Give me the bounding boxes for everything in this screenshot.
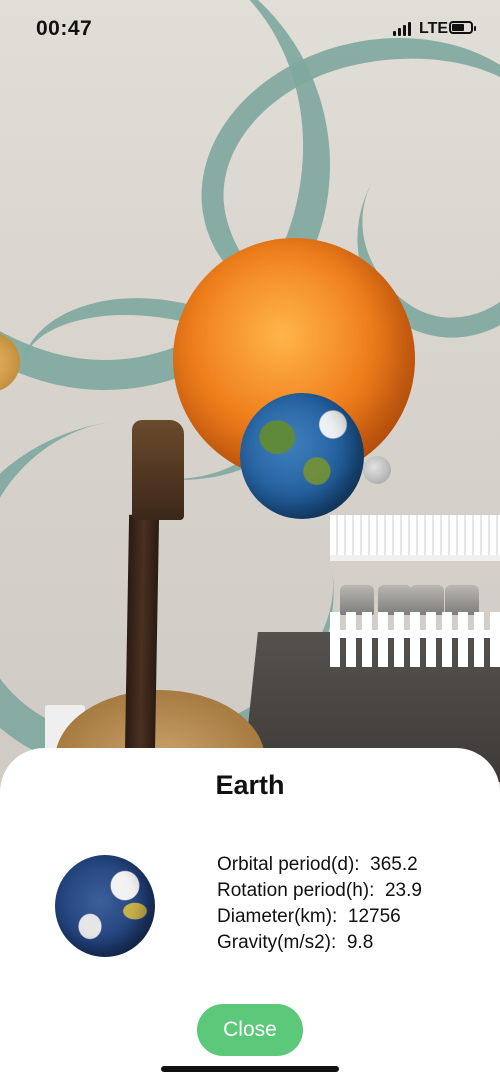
battery-icon xyxy=(449,21,476,34)
earth-thumbnail-icon xyxy=(55,855,155,957)
stat-value: 23.9 xyxy=(384,880,422,901)
mini-fence xyxy=(330,612,500,667)
stat-diameter: Diameter(km): 12756 xyxy=(217,904,422,930)
stat-label: Orbital period(d): xyxy=(217,854,360,875)
jar xyxy=(445,585,479,615)
stat-orbital-period: Orbital period(d): 365.2 xyxy=(217,852,422,878)
ar-camera-view[interactable] xyxy=(0,0,500,800)
status-time: 00:47 xyxy=(36,17,93,40)
jar xyxy=(378,585,412,615)
home-indicator[interactable] xyxy=(161,1066,339,1072)
planet-info-sheet: Earth Orbital period(d): 365.2 Rotation … xyxy=(0,748,500,1083)
planet-stats: Orbital period(d): 365.2 Rotation period… xyxy=(217,852,422,956)
stat-value: 9.8 xyxy=(346,932,374,953)
mini-fence-rail xyxy=(330,630,500,638)
stat-gravity: Gravity(m/s2): 9.8 xyxy=(217,930,422,956)
shelf-awning xyxy=(330,515,500,561)
close-button[interactable]: Close xyxy=(197,1004,303,1056)
stat-rotation-period: Rotation period(h): 23.9 xyxy=(217,878,422,904)
planet-title: Earth xyxy=(215,770,285,800)
stat-value: 12756 xyxy=(347,906,401,927)
guitar-headstock xyxy=(132,420,184,520)
status-bar: 00:47 LTE xyxy=(0,0,500,60)
earth-icon[interactable] xyxy=(240,393,364,519)
jar xyxy=(410,585,444,615)
network-type: LTE xyxy=(419,20,449,37)
stat-label: Diameter(km): xyxy=(217,906,338,927)
guitar-neck xyxy=(124,514,160,756)
stat-label: Gravity(m/s2): xyxy=(217,932,337,953)
moon-icon[interactable] xyxy=(363,456,391,484)
signal-strength-icon xyxy=(393,22,415,36)
jar xyxy=(340,585,374,615)
battery-level xyxy=(452,24,464,31)
stat-value: 365.2 xyxy=(370,854,418,875)
stat-label: Rotation period(h): xyxy=(217,880,375,901)
